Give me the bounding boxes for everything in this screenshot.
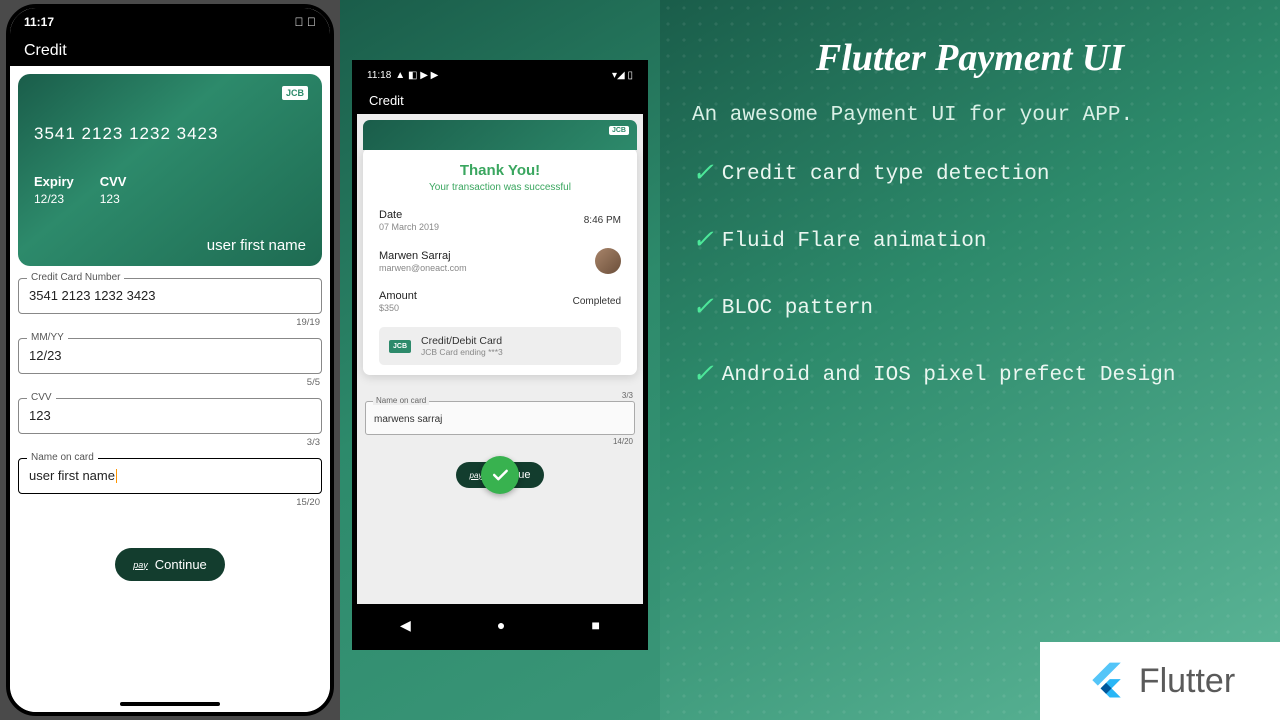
ios-device: 11:17 􀙇 􀛨 Credit JCB 3541 2123 1232 3423… (6, 4, 334, 716)
date-value: 07 March 2019 (379, 222, 439, 232)
amount-label: Amount (379, 290, 417, 302)
receipt-title: Thank You! (379, 162, 621, 179)
name-field[interactable]: Name on card user first name (18, 458, 322, 494)
feature-item: ✓BLOC pattern (692, 297, 1248, 320)
payer-email: marwen@oneact.com (379, 263, 467, 273)
check-icon: ✓ (692, 163, 714, 185)
cardholder-name: user first name (207, 237, 306, 254)
cvv-value: 123 (100, 192, 127, 206)
nav-recent-icon[interactable]: ■ (591, 617, 599, 633)
mmyy-field[interactable]: MM/YY 12/23 (18, 338, 322, 374)
expiry-value: 12/23 (34, 192, 74, 206)
check-icon: ✓ (692, 364, 714, 386)
cvv-label: CVV (100, 174, 127, 189)
payer-name: Marwen Sarraj (379, 250, 467, 262)
amount-value: $350 (379, 303, 417, 313)
status-time: 11:17 (24, 15, 54, 29)
card-brand-badge: JCB (609, 126, 629, 135)
name-counter: 15/20 (18, 497, 320, 508)
status-icons: 􀙇 􀛨 (295, 15, 316, 29)
cc-counter: 19/19 (18, 317, 320, 328)
mmyy-counter: 5/5 (18, 377, 320, 388)
cvv-counter: 3/3 (18, 437, 320, 448)
screen-title: Credit (357, 86, 643, 114)
android-nav-bar: ◀ ● ■ (357, 604, 643, 646)
feature-item: ✓Credit card type detection (692, 163, 1248, 186)
credit-card-preview: JCB 3541 2123 1232 3423 Expiry 12/23 CVV… (18, 74, 322, 266)
status-value: Completed (573, 296, 621, 307)
android-device: 11:18▲ ◧ ▶ ▶ ▾◢ ▯ Credit JCB Thank You! … (352, 60, 648, 650)
receipt-dialog: Thank You! Your transaction was successf… (363, 148, 637, 375)
screen-title: Credit (10, 36, 330, 66)
receipt-subtitle: Your transaction was successful (379, 182, 621, 193)
check-icon: ✓ (692, 230, 714, 252)
feature-item: ✓Fluid Flare animation (692, 230, 1248, 253)
flutter-logo: Flutter (1040, 642, 1280, 720)
feature-item: ✓Android and IOS pixel prefect Design (692, 364, 1248, 387)
jcb-badge: JCB (389, 340, 411, 353)
check-icon: ✓ (692, 297, 714, 319)
continue-button[interactable]: pay Continue (115, 548, 225, 581)
time-value: 8:46 PM (584, 215, 621, 226)
android-status-bar: 11:18▲ ◧ ▶ ▶ ▾◢ ▯ (357, 64, 643, 86)
flutter-text: Flutter (1139, 662, 1235, 701)
panel-title: Flutter Payment UI (692, 36, 1248, 80)
status-icons-left: ▲ ◧ ▶ ▶ (395, 70, 438, 81)
flutter-icon (1085, 659, 1129, 703)
card-brand-badge: JCB (282, 86, 308, 100)
name-field[interactable]: Name on card marwens sarraj (365, 401, 635, 435)
status-icons-right: ▾◢ ▯ (612, 70, 633, 81)
expiry-label: Expiry (34, 174, 74, 189)
ios-status-bar: 11:17 􀙇 􀛨 (10, 8, 330, 36)
marketing-panel: Flutter Payment UI An awesome Payment UI… (660, 0, 1280, 720)
nav-back-icon[interactable]: ◀ (400, 617, 411, 634)
cc-number-field[interactable]: Credit Card Number 3541 2123 1232 3423 (18, 278, 322, 314)
panel-subtitle: An awesome Payment UI for your APP. (692, 104, 1248, 127)
card-preview-slice: JCB (363, 120, 637, 150)
cvv-field[interactable]: CVV 123 (18, 398, 322, 434)
success-check-icon (481, 456, 519, 494)
nav-home-icon[interactable]: ● (497, 617, 505, 633)
card-number: 3541 2123 1232 3423 (34, 124, 306, 144)
payment-method: JCB Credit/Debit Card JCB Card ending **… (379, 327, 621, 365)
home-indicator[interactable] (120, 702, 220, 706)
date-label: Date (379, 209, 439, 221)
name-counter: 14/20 (365, 437, 633, 446)
avatar (595, 248, 621, 274)
